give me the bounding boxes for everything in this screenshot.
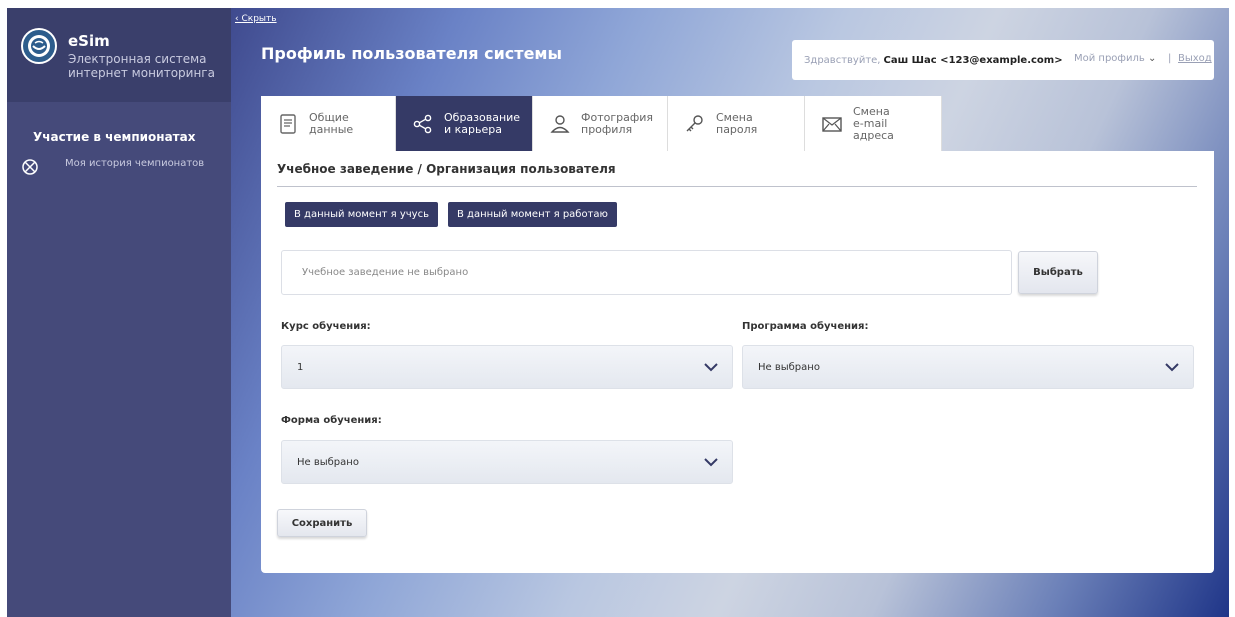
hide-sidebar-link[interactable]: ‹ Скрыть <box>235 14 277 24</box>
sidebar: eSim Электронная система интернет монито… <box>7 8 231 617</box>
education-card: Учебное заведение / Организация пользова… <box>261 151 1214 573</box>
key-icon <box>686 114 703 131</box>
tab-label-line3: адреса <box>853 128 894 142</box>
share-icon <box>413 114 432 133</box>
my-profile-menu[interactable]: Мой профиль ⌄ <box>1074 53 1156 64</box>
header-separator: | <box>1168 53 1172 64</box>
brand-subtitle: Электронная система интернет мониторинга <box>68 52 228 80</box>
brand-subtitle-line2: интернет мониторинга <box>68 66 215 80</box>
chevron-down-icon <box>704 458 718 467</box>
brand-title: eSim <box>68 32 110 50</box>
institution-field[interactable]: Учебное заведение не выбрано <box>281 250 1012 295</box>
tab-change-password[interactable]: Смена пароля <box>668 96 805 151</box>
tab-label-line2: пароля <box>716 122 758 136</box>
logout-link[interactable]: Выход <box>1178 53 1212 64</box>
tab-label-line1: Фотография <box>581 110 654 124</box>
hide-link-label: Скрыть <box>241 14 277 24</box>
section-divider <box>277 186 1197 187</box>
user-info-box: Здравствуйте, Саш Шас <123@example.com> … <box>792 40 1214 80</box>
choose-institution-button[interactable]: Выбрать <box>1018 251 1098 294</box>
esim-logo-icon[interactable] <box>21 28 57 64</box>
document-icon <box>280 113 296 134</box>
currently-working-button[interactable]: В данный момент я работаю <box>448 202 617 227</box>
championship-history-icon <box>22 159 38 175</box>
course-value: 1 <box>297 362 304 373</box>
course-label: Курс обучения: <box>281 321 371 332</box>
section-title: Учебное заведение / Организация пользова… <box>277 162 616 176</box>
tab-profile-photo[interactable]: Фотография профиля <box>533 96 668 151</box>
tab-label-line2: профиля <box>581 122 633 136</box>
program-label: Программа обучения: <box>742 321 869 332</box>
envelope-icon <box>822 116 842 132</box>
tab-label-line1: Смена <box>716 110 753 124</box>
chevron-down-icon <box>1165 363 1179 372</box>
sidebar-item-championship-history[interactable]: Моя история чемпионатов <box>65 158 204 169</box>
user-name: Саш Шас <123@example.com> <box>883 54 1063 66</box>
page-title: Профиль пользователя системы <box>261 44 562 63</box>
brand-subtitle-line1: Электронная система <box>68 52 207 66</box>
study-form-select[interactable]: Не выбрано <box>281 440 733 484</box>
program-value: Не выбрано <box>758 362 820 373</box>
tab-label-line1: Смена <box>853 104 890 118</box>
save-button[interactable]: Сохранить <box>277 509 367 537</box>
tab-change-email[interactable]: Смена e-mail адреса <box>805 96 942 151</box>
study-form-value: Не выбрано <box>297 457 359 468</box>
sidebar-section-title: Участие в чемпионатах <box>33 130 196 144</box>
chevron-down-icon <box>704 363 718 372</box>
user-photo-icon <box>550 114 570 133</box>
tab-label-line2: данные <box>309 122 354 136</box>
tab-label-line1: Образование <box>444 110 521 124</box>
brand-block: eSim Электронная система интернет монито… <box>7 8 231 102</box>
tab-label-line2: e-mail <box>853 116 888 130</box>
tab-label-line2: и карьера <box>444 122 502 136</box>
study-form-label: Форма обучения: <box>281 415 382 426</box>
tab-education-career[interactable]: Образование и карьера <box>396 96 533 151</box>
chevron-down-icon: ⌄ <box>1147 53 1157 64</box>
course-select[interactable]: 1 <box>281 345 733 389</box>
my-profile-label: Мой профиль <box>1074 53 1145 64</box>
currently-studying-button[interactable]: В данный момент я учусь <box>285 202 438 227</box>
greeting-text: Здравствуйте, <box>804 54 881 66</box>
tab-general-data[interactable]: Общие данные <box>261 96 396 151</box>
tab-label-line1: Общие <box>309 110 349 124</box>
program-select[interactable]: Не выбрано <box>742 345 1194 389</box>
